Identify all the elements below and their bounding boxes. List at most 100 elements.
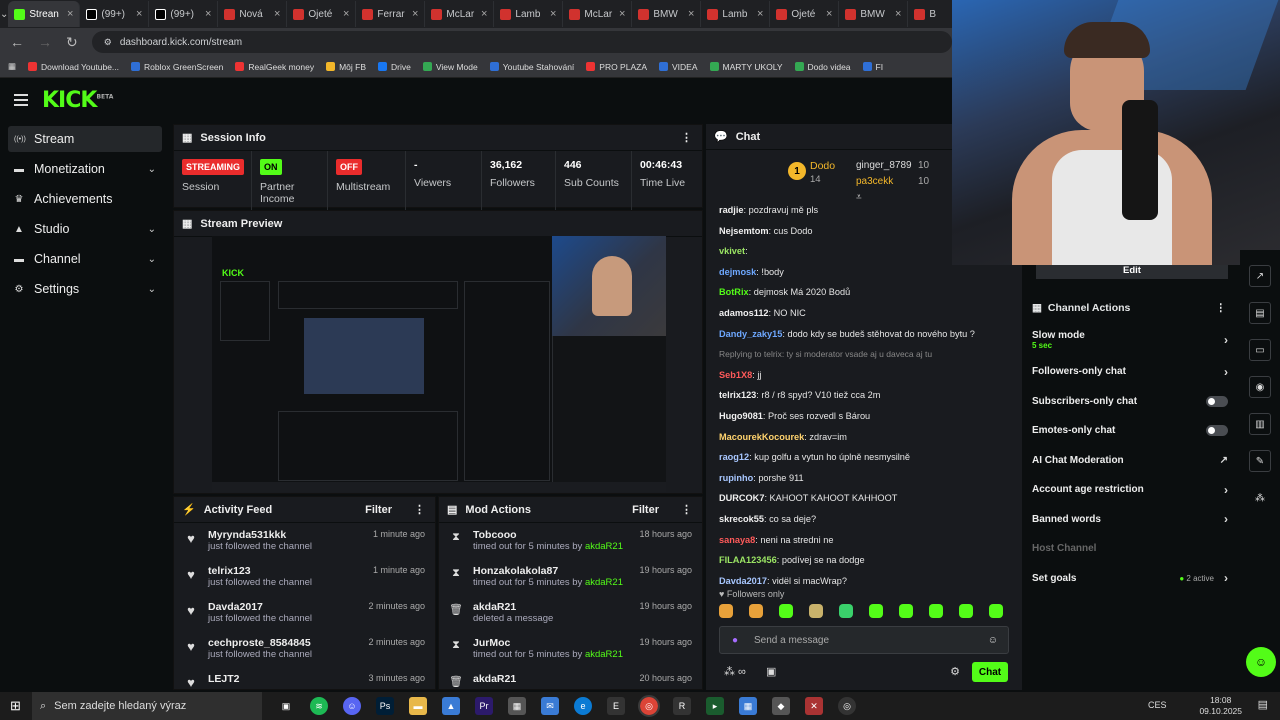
tab-close-icon[interactable]: × [895, 8, 901, 20]
sidebar-item-studio[interactable]: ▲ Studio ⌄ [8, 216, 162, 242]
reload-icon[interactable]: ↻ [66, 34, 78, 51]
chat-username[interactable]: Dandy_zaky15 [719, 329, 782, 339]
emoji-icon[interactable]: ☺ [988, 635, 998, 646]
bookmark-item[interactable]: Môj FB [326, 62, 366, 72]
mod-filter-button[interactable]: Filter [632, 504, 659, 516]
activity-username[interactable]: telrix123 [208, 565, 312, 577]
obs-icon[interactable]: ◎ [838, 697, 856, 715]
mod-target-username[interactable]: JurMoc [473, 637, 623, 649]
bookmark-item[interactable]: View Mode [422, 62, 478, 72]
channel-actions-more-icon[interactable]: ⋮ [1216, 302, 1227, 314]
subscribers-only-toggle[interactable] [1206, 395, 1228, 407]
mail-icon[interactable]: ✉ [541, 697, 559, 715]
sidebar-item-settings[interactable]: ⚙ Settings ⌄ [8, 276, 162, 302]
sidebar-item-channel[interactable]: ▬ Channel ⌄ [8, 246, 162, 272]
system-clock[interactable]: 18:08 09.10.2025 [1199, 695, 1242, 717]
emote-icon[interactable] [719, 604, 733, 618]
photoshop-icon[interactable]: Ps [376, 697, 394, 715]
chat-username[interactable]: BotRix [719, 287, 749, 297]
tab-close-icon[interactable]: × [343, 8, 349, 20]
browser-tab[interactable]: Nová × [218, 1, 288, 27]
moderator-name[interactable]: akdaR21 [585, 577, 623, 588]
chat-username[interactable]: adamos112 [719, 308, 769, 318]
browser-tab[interactable]: McLar × [563, 1, 633, 27]
chat-username[interactable]: raog12 [719, 452, 749, 462]
chat-username[interactable]: telrix123 [719, 390, 756, 400]
emote-icon[interactable] [959, 604, 973, 618]
browser-tab[interactable]: Ojeté × [287, 1, 357, 27]
app2-icon[interactable]: ◆ [772, 697, 790, 715]
activity-username[interactable]: Myrynda531kkk [208, 529, 312, 541]
mic-icon[interactable]: ● [732, 635, 738, 646]
emote-icon[interactable] [779, 604, 793, 618]
chrome-icon[interactable]: ◎ [638, 695, 660, 717]
activity-more-icon[interactable]: ⋮ [414, 503, 425, 516]
emote-icon[interactable] [809, 604, 823, 618]
emote-icon[interactable] [839, 604, 853, 618]
activity-username[interactable]: Davda2017 [208, 601, 312, 613]
bookmark-item[interactable]: MARTY UKOLY [709, 62, 783, 72]
tab-close-icon[interactable]: × [205, 8, 211, 20]
chat-username[interactable]: Hugo9081 [719, 411, 763, 421]
menu-icon[interactable] [14, 94, 28, 106]
mod-target-username[interactable]: Tobcooo [473, 529, 623, 541]
mod-more-icon[interactable]: ⋮ [681, 503, 692, 516]
send-chat-button[interactable]: Chat [972, 662, 1008, 682]
apps-icon[interactable]: ▦ [8, 61, 16, 72]
emote-icon[interactable] [899, 604, 913, 618]
chat-username[interactable]: skrecok55 [719, 514, 764, 524]
chat-username[interactable]: rupinho [719, 473, 753, 483]
activity-username[interactable]: LEJT2 [208, 673, 240, 685]
browser-tab[interactable]: Lamb × [494, 1, 564, 27]
rm-icon[interactable]: R [673, 697, 691, 715]
set-goals-row[interactable]: Set goals ● 2 active › [1024, 564, 1240, 594]
chat-username[interactable]: Davda2017 [719, 576, 767, 586]
notifications-icon[interactable]: ▤ [1258, 698, 1268, 711]
chat-username[interactable]: sanaya8 [719, 535, 755, 545]
bookmark-item[interactable]: Drive [378, 62, 411, 72]
rail-chat-icon[interactable]: ▭ [1249, 339, 1271, 361]
stream-preview-video[interactable]: KICK [212, 236, 666, 492]
emote-icon[interactable] [989, 604, 1003, 618]
activity-username[interactable]: cechproste_8584845 [208, 637, 312, 649]
chat-username[interactable]: dejmosk [719, 267, 756, 277]
tab-close-icon[interactable]: × [826, 8, 832, 20]
bookmark-item[interactable]: PRO PLAZA [586, 62, 647, 72]
sidebar-item-monetization[interactable]: ▬ Monetization ⌄ [8, 156, 162, 182]
spotify-icon[interactable]: ≋ [310, 697, 328, 715]
bookmark-item[interactable]: Download Youtube... [28, 62, 119, 72]
kick-logo[interactable]: KICKBETA [42, 88, 113, 113]
browser-tab[interactable]: Strean × [8, 1, 81, 27]
file-explorer-icon[interactable]: ▬ [409, 697, 427, 715]
edit-button[interactable]: Edit [1036, 265, 1228, 279]
browser-tab[interactable]: McLar × [425, 1, 495, 27]
emote-icon[interactable] [929, 604, 943, 618]
followers-only-row[interactable]: Followers-only chat › [1024, 357, 1240, 387]
browser-tab[interactable]: BMW × [632, 1, 702, 27]
taskview-icon[interactable]: ▣ [277, 697, 295, 715]
activity-filter-button[interactable]: Filter [365, 504, 392, 516]
more-options-icon[interactable]: ⋮ [681, 131, 692, 144]
chat-settings-icon[interactable]: ⚙ [950, 665, 960, 678]
browser-tab[interactable]: Lamb × [701, 1, 771, 27]
bookmark-item[interactable]: FI [862, 62, 883, 72]
rail-arrow-icon[interactable]: ↗ [1249, 265, 1271, 287]
sidebar-item-achievements[interactable]: ♛ Achievements [8, 186, 162, 212]
account-age-row[interactable]: Account age restriction › [1024, 475, 1240, 505]
chat-input[interactable]: ● Send a message ☺ [719, 626, 1009, 654]
forward-icon[interactable]: → [38, 34, 52, 50]
tab-close-icon[interactable]: × [688, 8, 694, 20]
tab-close-icon[interactable]: × [136, 8, 142, 20]
slow-mode-row[interactable]: Slow mode 5 sec › [1024, 323, 1240, 357]
infinity-icon[interactable]: ⁂ ∞ [724, 665, 746, 678]
chat-username[interactable]: vkivet [719, 246, 745, 256]
taskbar-search[interactable]: ⌕ Sem zadejte hledaný výraz [32, 692, 262, 720]
chat-username[interactable]: Seb1X8 [719, 370, 752, 380]
bookmark-item[interactable]: Youtube Stahování [489, 62, 574, 72]
mod-target-username[interactable]: Honzakolakola87 [473, 565, 623, 577]
bookmark-item[interactable]: Roblox GreenScreen [131, 62, 223, 72]
site-info-icon[interactable]: ⚙ [104, 37, 112, 48]
chat-username[interactable]: FILAA123456 [719, 555, 777, 565]
rail-wrench-icon[interactable]: ✎ [1249, 450, 1271, 472]
store-icon[interactable]: ▦ [508, 697, 526, 715]
